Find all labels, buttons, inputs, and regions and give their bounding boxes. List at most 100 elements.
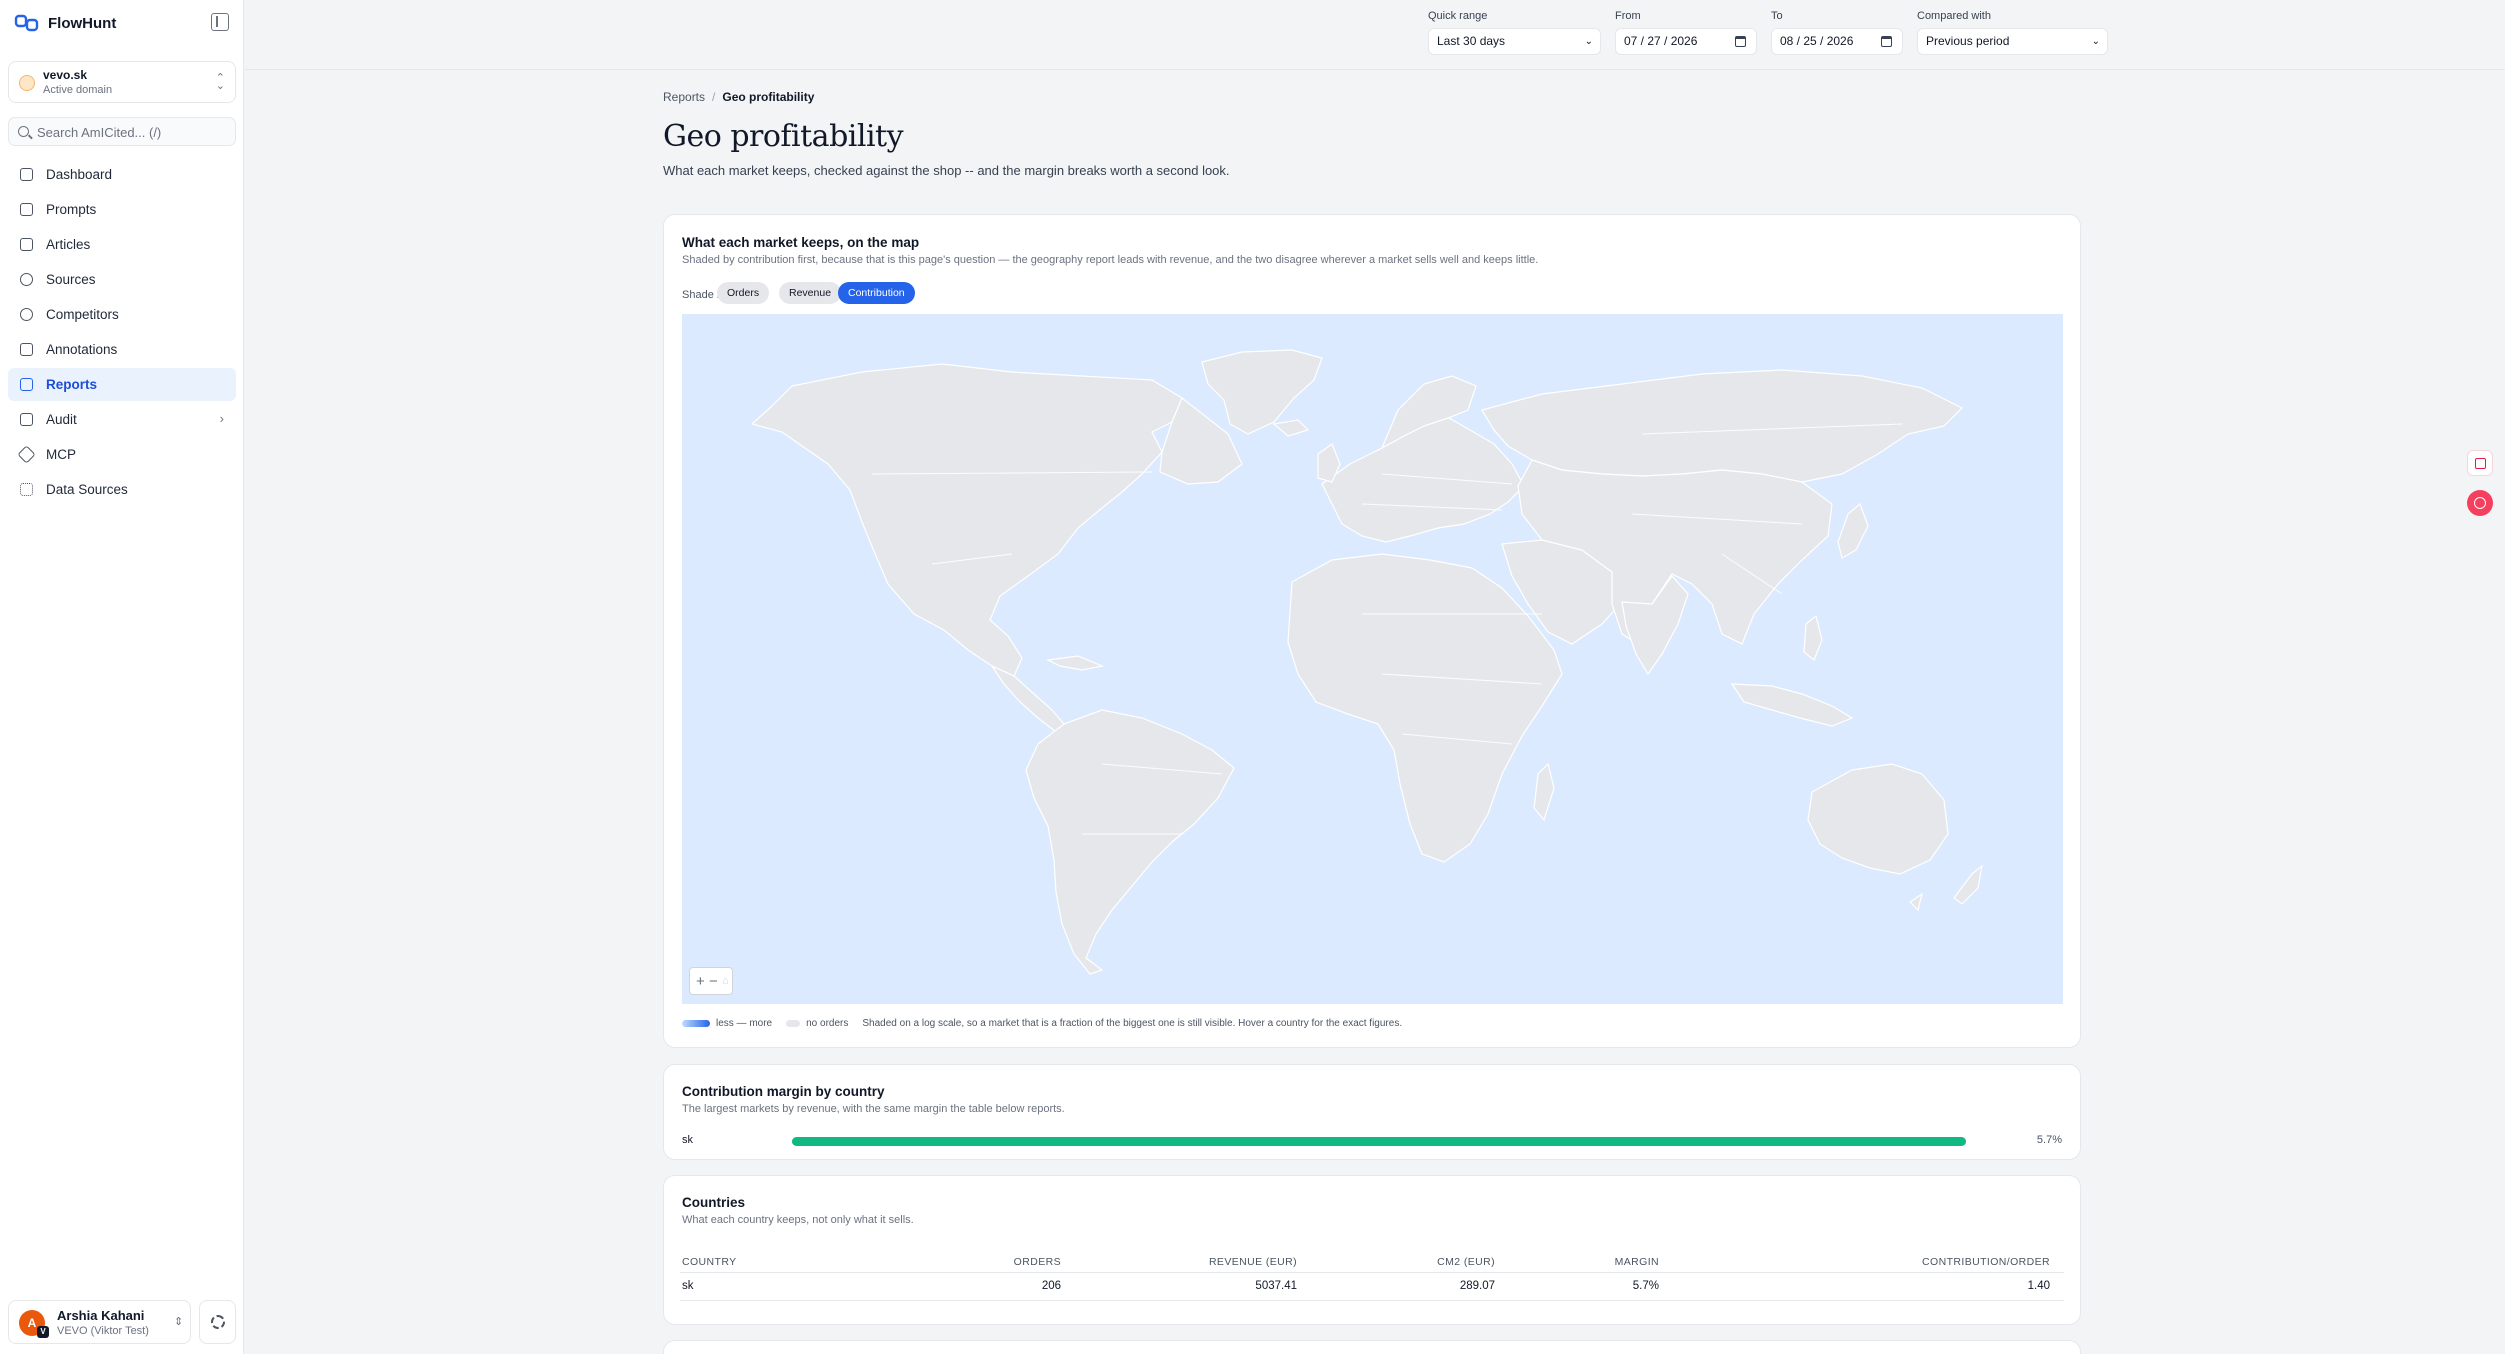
column-header-country[interactable]: COUNTRY (682, 1256, 737, 1268)
sidebar-item-sources[interactable]: Sources (8, 263, 236, 296)
feedback-button[interactable] (2467, 450, 2493, 476)
sidebar-item-reports[interactable]: Reports (8, 368, 236, 401)
search-placeholder: Search AmICited... (/) (37, 125, 162, 140)
north-america-shape[interactable] (750, 363, 1183, 677)
margin-card-title: Contribution margin by country (682, 1084, 885, 1099)
to-date-input[interactable]: 08 / 25 / 2026 (1771, 28, 1903, 55)
zoom-in-button[interactable]: + (696, 973, 705, 990)
reset-view-button[interactable]: ⌂ (722, 975, 729, 987)
countries-card: Countries What each country keeps, not o… (663, 1175, 2081, 1325)
breadcrumb-separator: / (712, 90, 716, 104)
iceland-shape[interactable] (1272, 419, 1310, 437)
sidebar-toggle-icon[interactable] (211, 13, 229, 31)
row-divider (680, 1300, 2064, 1301)
breadcrumb-reports-link[interactable]: Reports (663, 90, 705, 104)
compared-with-value: Previous period (1926, 34, 2010, 48)
margin-bar-track (792, 1137, 1966, 1146)
southeast-asia-islands-shape[interactable] (1730, 683, 1854, 727)
brand[interactable]: FlowHunt (14, 12, 116, 34)
chevron-right-icon: › (219, 411, 224, 426)
sidebar-item-data-sources[interactable]: Data Sources (8, 473, 236, 506)
margin-card-subtitle: The largest markets by revenue, with the… (682, 1103, 1065, 1115)
antarctic-islands-shape[interactable] (1909, 892, 1923, 912)
calendar-icon[interactable] (1881, 36, 1892, 47)
sidebar-item-dashboard[interactable]: Dashboard (8, 158, 236, 191)
europe-shape[interactable] (1321, 413, 1525, 543)
countries-card-title: Countries (682, 1195, 746, 1210)
cell-country: sk (682, 1280, 694, 1292)
new-zealand-shape[interactable] (1953, 864, 1983, 905)
calendar-icon[interactable] (1735, 36, 1746, 47)
cell-margin: 5.7% (1632, 1280, 1659, 1292)
user-area: A V Arshia Kahani VEVO (Viktor Test) ⇕ (8, 1300, 236, 1344)
chevron-down-icon: ⌄ (2091, 36, 2100, 47)
grid-plus-icon (2475, 458, 2486, 469)
world-map[interactable]: + − ⌂ (682, 314, 2063, 1004)
margin-bar-fill[interactable] (792, 1137, 1966, 1146)
sidebar-item-prompts[interactable]: Prompts (8, 193, 236, 226)
dashboard-icon (20, 168, 33, 181)
madagascar-shape[interactable] (1533, 762, 1555, 822)
central-america-shape[interactable] (990, 664, 1065, 733)
sidebar-item-label: Reports (46, 377, 98, 392)
russia-shape[interactable] (1481, 369, 1964, 483)
search-input[interactable]: Search AmICited... (/) (8, 117, 236, 146)
sidebar-item-label: Articles (46, 237, 91, 252)
shade-option-orders[interactable]: Orders (717, 282, 770, 304)
cuba-shape[interactable] (1045, 655, 1105, 671)
brand-name: FlowHunt (48, 14, 117, 32)
page-subtitle: What each market keeps, checked against … (663, 163, 1230, 178)
legend-no-orders-swatch (786, 1020, 801, 1027)
from-date-value: 07 / 27 / 2026 (1624, 34, 1698, 48)
main-content: Reports / Geo profitability Geo profitabil… (663, 90, 2081, 1354)
margin-row-value: 5.7% (2036, 1134, 2062, 1146)
sidebar-item-audit[interactable]: Audit › (8, 403, 236, 436)
compared-with-filter: Compared with Previous period ⌄ (1917, 10, 2108, 55)
breadcrumb: Reports / Geo profitability (663, 90, 2081, 110)
domain-subtitle: Active domain (43, 84, 113, 96)
data-sources-icon (20, 483, 33, 496)
greenland-shape[interactable] (1201, 349, 1323, 435)
settings-button[interactable] (199, 1300, 236, 1344)
cell-contribution-per-order: 1.40 (2027, 1280, 2050, 1292)
philippines-shape[interactable] (1803, 614, 1823, 661)
sidebar-item-articles[interactable]: Articles (8, 228, 236, 261)
sidebar: FlowHunt vevo.sk Active domain ⌃ ⌄ Search… (0, 0, 244, 1354)
prompts-icon (20, 203, 33, 216)
map-card-title: What each market keeps, on the map (682, 235, 920, 250)
column-header-cm2[interactable]: CM2 (EUR) (1437, 1256, 1495, 1268)
sidebar-item-label: Data Sources (46, 482, 128, 497)
assistant-button[interactable] (2467, 490, 2493, 516)
south-america-shape[interactable] (1025, 709, 1235, 975)
assistant-icon (2474, 497, 2486, 509)
column-header-orders[interactable]: ORDERS (1014, 1256, 1061, 1268)
gear-icon (211, 1315, 225, 1329)
flowhunt-logo-icon (14, 14, 39, 32)
japan-shape[interactable] (1837, 502, 1869, 559)
quick-range-filter: Quick range Last 30 days ⌄ (1428, 10, 1601, 55)
quick-range-select[interactable]: Last 30 days ⌄ (1428, 28, 1601, 55)
sidebar-item-mcp[interactable]: MCP (8, 438, 236, 471)
domain-name: vevo.sk (43, 68, 88, 82)
sidebar-item-annotations[interactable]: Annotations (8, 333, 236, 366)
breadcrumb-current: Geo profitability (722, 90, 815, 104)
africa-shape[interactable] (1287, 553, 1563, 863)
column-header-contribution-per-order[interactable]: CONTRIBUTION/ORDER (1922, 1256, 2050, 1268)
sidebar-item-label: Audit (46, 412, 77, 427)
legend-no-orders-label: no orders (806, 1018, 849, 1029)
sidebar-item-competitors[interactable]: Competitors (8, 298, 236, 331)
cell-orders: 206 (1041, 1280, 1061, 1292)
column-header-revenue[interactable]: REVENUE (EUR) (1209, 1256, 1297, 1268)
from-date-input[interactable]: 07 / 27 / 2026 (1615, 28, 1757, 55)
shade-option-contribution[interactable]: Contribution (838, 282, 915, 304)
shade-option-revenue[interactable]: Revenue (779, 282, 842, 304)
australia-shape[interactable] (1807, 763, 1949, 875)
column-header-margin[interactable]: MARGIN (1615, 1256, 1659, 1268)
annotations-icon (20, 343, 33, 356)
compared-with-select[interactable]: Previous period ⌄ (1917, 28, 2108, 55)
cell-cm2: 289.07 (1459, 1280, 1495, 1292)
zoom-out-button[interactable]: − (709, 973, 718, 990)
domain-switcher[interactable]: vevo.sk Active domain ⌃ ⌄ (8, 61, 236, 103)
domain-icon (19, 75, 35, 91)
user-menu[interactable]: A V Arshia Kahani VEVO (Viktor Test) ⇕ (8, 1300, 191, 1344)
